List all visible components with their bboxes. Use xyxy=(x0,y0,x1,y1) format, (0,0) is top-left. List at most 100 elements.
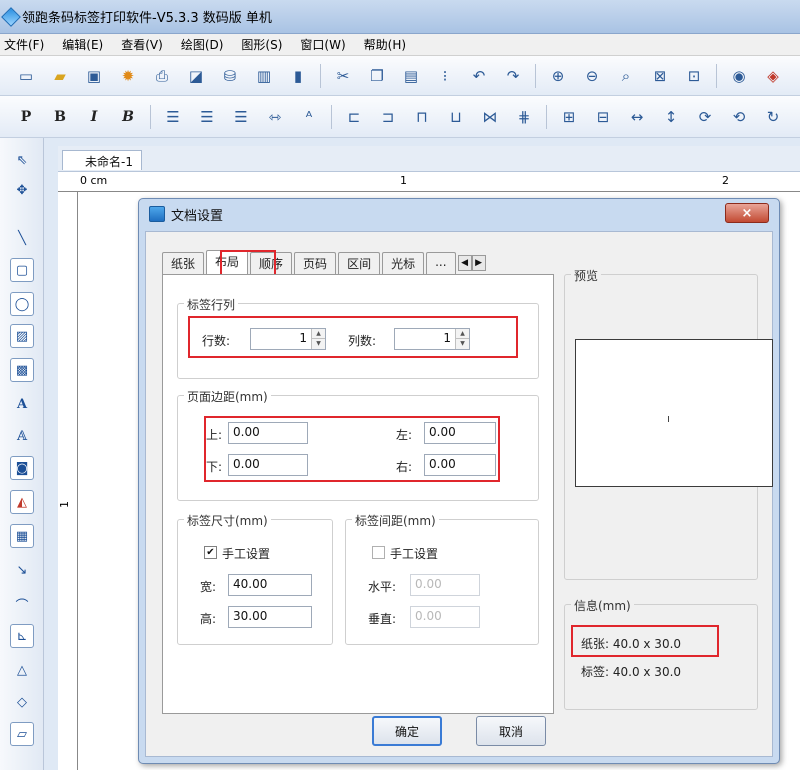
same-width-icon[interactable]: ↔ xyxy=(625,105,649,129)
menu-file[interactable]: 文件(F) xyxy=(4,36,44,53)
align-right-icon[interactable]: ☰ xyxy=(229,105,253,129)
margin-right-input[interactable]: 0.00 xyxy=(424,454,496,476)
bold-italic-button[interactable]: B xyxy=(116,105,140,129)
menu-help[interactable]: 帮助(H) xyxy=(364,36,406,53)
open-folder-icon[interactable]: ▰ xyxy=(48,64,72,88)
close-button[interactable]: × xyxy=(725,203,769,223)
cols-spin[interactable]: ▲ ▼ xyxy=(455,329,469,349)
document-tab[interactable]: 未命名-1 xyxy=(62,150,142,170)
zoom-icon[interactable]: ⌕ xyxy=(614,64,638,88)
center-h-icon[interactable]: ⊞ xyxy=(557,105,581,129)
spin-down-icon[interactable]: ▼ xyxy=(312,339,325,349)
rows-spin[interactable]: ▲ ▼ xyxy=(311,329,325,349)
barcode-icon[interactable]: ▥ xyxy=(252,64,276,88)
pointer-icon[interactable]: ⇖ xyxy=(10,148,34,172)
database-icon[interactable]: ⛁ xyxy=(218,64,242,88)
rotate-180-icon[interactable]: ⟲ xyxy=(727,105,751,129)
triangle-tool-icon[interactable]: △ xyxy=(10,658,34,682)
label-size-manual-checkbox[interactable]: ✔ xyxy=(204,546,217,559)
text-case-icon[interactable]: ᴬ xyxy=(297,105,321,129)
spin-down-icon[interactable]: ▼ xyxy=(456,339,469,349)
align-objects-center-icon[interactable]: ⊐ xyxy=(376,105,400,129)
zoom-in-icon[interactable]: ⊕ xyxy=(546,64,570,88)
ellipse-tool-icon[interactable]: ◯ xyxy=(10,292,34,316)
image-tool-icon[interactable]: ▨ xyxy=(10,324,34,348)
distribute-h-icon[interactable]: ⋈ xyxy=(478,105,502,129)
margin-top-input[interactable]: 0.00 xyxy=(228,422,308,444)
menu-shape[interactable]: 图形(S) xyxy=(241,36,282,53)
bold-p-button[interactable]: P xyxy=(14,105,38,129)
table-tool-icon[interactable]: ▦ xyxy=(10,524,34,548)
align-objects-left-icon[interactable]: ⊏ xyxy=(342,105,366,129)
tab-layout[interactable]: 布局 xyxy=(206,250,249,274)
align-center-icon[interactable]: ☰ xyxy=(195,105,219,129)
polyline-tool-icon[interactable]: ⊾ xyxy=(10,624,34,648)
pan-icon[interactable]: ✥ xyxy=(10,178,34,202)
battery-icon[interactable]: ▮ xyxy=(286,64,310,88)
gap-horizontal-input[interactable]: 0.00 xyxy=(410,574,480,596)
margin-bottom-input[interactable]: 0.00 xyxy=(228,454,308,476)
rotate-270-icon[interactable]: ↻ xyxy=(761,105,785,129)
text-tool-icon[interactable]: A xyxy=(10,392,34,416)
cut-icon[interactable]: ✂ xyxy=(331,64,355,88)
spin-up-icon[interactable]: ▲ xyxy=(456,329,469,339)
fit-page-icon[interactable]: ⊠ xyxy=(648,64,672,88)
cols-stepper[interactable]: 1 ▲ ▼ xyxy=(394,328,470,350)
tab-scroll-right-icon[interactable]: ▶ xyxy=(471,255,486,271)
barcode-tool-icon[interactable]: ◙ xyxy=(10,456,34,480)
save-icon[interactable]: ▣ xyxy=(82,64,106,88)
spin-up-icon[interactable]: ▲ xyxy=(312,329,325,339)
curve-tool-icon[interactable]: ↘ xyxy=(10,558,34,582)
actual-size-icon[interactable]: ⊡ xyxy=(682,64,706,88)
rounded-rect-tool-icon[interactable]: ▢ xyxy=(10,258,34,282)
tab-more[interactable]: ... xyxy=(426,252,456,274)
zoom-out-icon[interactable]: ⊖ xyxy=(580,64,604,88)
shape-tool-icon[interactable]: ◭ xyxy=(10,490,34,514)
print-preview-icon[interactable]: ◪ xyxy=(184,64,208,88)
center-v-icon[interactable]: ⊟ xyxy=(591,105,615,129)
menu-window[interactable]: 窗口(W) xyxy=(300,36,345,53)
hide-icon[interactable]: ◈ xyxy=(761,64,785,88)
rotate-90-icon[interactable]: ⟳ xyxy=(693,105,717,129)
text-spacing-icon[interactable]: ⇿ xyxy=(263,105,287,129)
distribute-v-icon[interactable]: ⋕ xyxy=(512,105,536,129)
tab-order[interactable]: 顺序 xyxy=(250,252,293,274)
new-document-icon[interactable]: ▭ xyxy=(14,64,38,88)
align-objects-top-icon[interactable]: ⊓ xyxy=(410,105,434,129)
tab-range[interactable]: 区间 xyxy=(338,252,381,274)
print-icon[interactable]: ⎙ xyxy=(150,64,174,88)
undo-icon[interactable]: ↶ xyxy=(467,64,491,88)
parallelogram-tool-icon[interactable]: ▱ xyxy=(10,722,34,746)
same-height-icon[interactable]: ↕ xyxy=(659,105,683,129)
copy-icon[interactable]: ❐ xyxy=(365,64,389,88)
menu-edit[interactable]: 编辑(E) xyxy=(62,36,103,53)
cancel-button[interactable]: 取消 xyxy=(476,716,546,746)
tab-page-number[interactable]: 页码 xyxy=(294,252,337,274)
menu-view[interactable]: 查看(V) xyxy=(121,36,163,53)
align-objects-bottom-icon[interactable]: ⊔ xyxy=(444,105,468,129)
bold-button[interactable]: B xyxy=(48,105,72,129)
select-grid-icon[interactable]: ⁝ xyxy=(433,64,457,88)
line-tool-icon[interactable]: ╲ xyxy=(10,226,34,250)
redo-icon[interactable]: ↷ xyxy=(501,64,525,88)
tab-cursor[interactable]: 光标 xyxy=(382,252,425,274)
label-gap-manual-checkbox[interactable] xyxy=(372,546,385,559)
picture-tool-icon[interactable]: ▩ xyxy=(10,358,34,382)
ok-button[interactable]: 确定 xyxy=(372,716,442,746)
label-width-input[interactable]: 40.00 xyxy=(228,574,312,596)
outline-text-tool-icon[interactable]: 𝔸 xyxy=(10,424,34,448)
italic-button[interactable]: I xyxy=(82,105,106,129)
arc-tool-icon[interactable]: ⌒ xyxy=(10,592,34,616)
margin-left-input[interactable]: 0.00 xyxy=(424,422,496,444)
paste-icon[interactable]: ▤ xyxy=(399,64,423,88)
menu-draw[interactable]: 绘图(D) xyxy=(181,36,224,53)
tab-paper[interactable]: 纸张 xyxy=(162,252,205,274)
eye-icon[interactable]: ◉ xyxy=(727,64,751,88)
label-height-input[interactable]: 30.00 xyxy=(228,606,312,628)
diamond-tool-icon[interactable]: ◇ xyxy=(10,690,34,714)
settings-gear-icon[interactable]: ✹ xyxy=(116,64,140,88)
rows-stepper[interactable]: 1 ▲ ▼ xyxy=(250,328,326,350)
gap-vertical-input[interactable]: 0.00 xyxy=(410,606,480,628)
tab-scroll-left-icon[interactable]: ◀ xyxy=(457,255,472,271)
align-left-icon[interactable]: ☰ xyxy=(161,105,185,129)
